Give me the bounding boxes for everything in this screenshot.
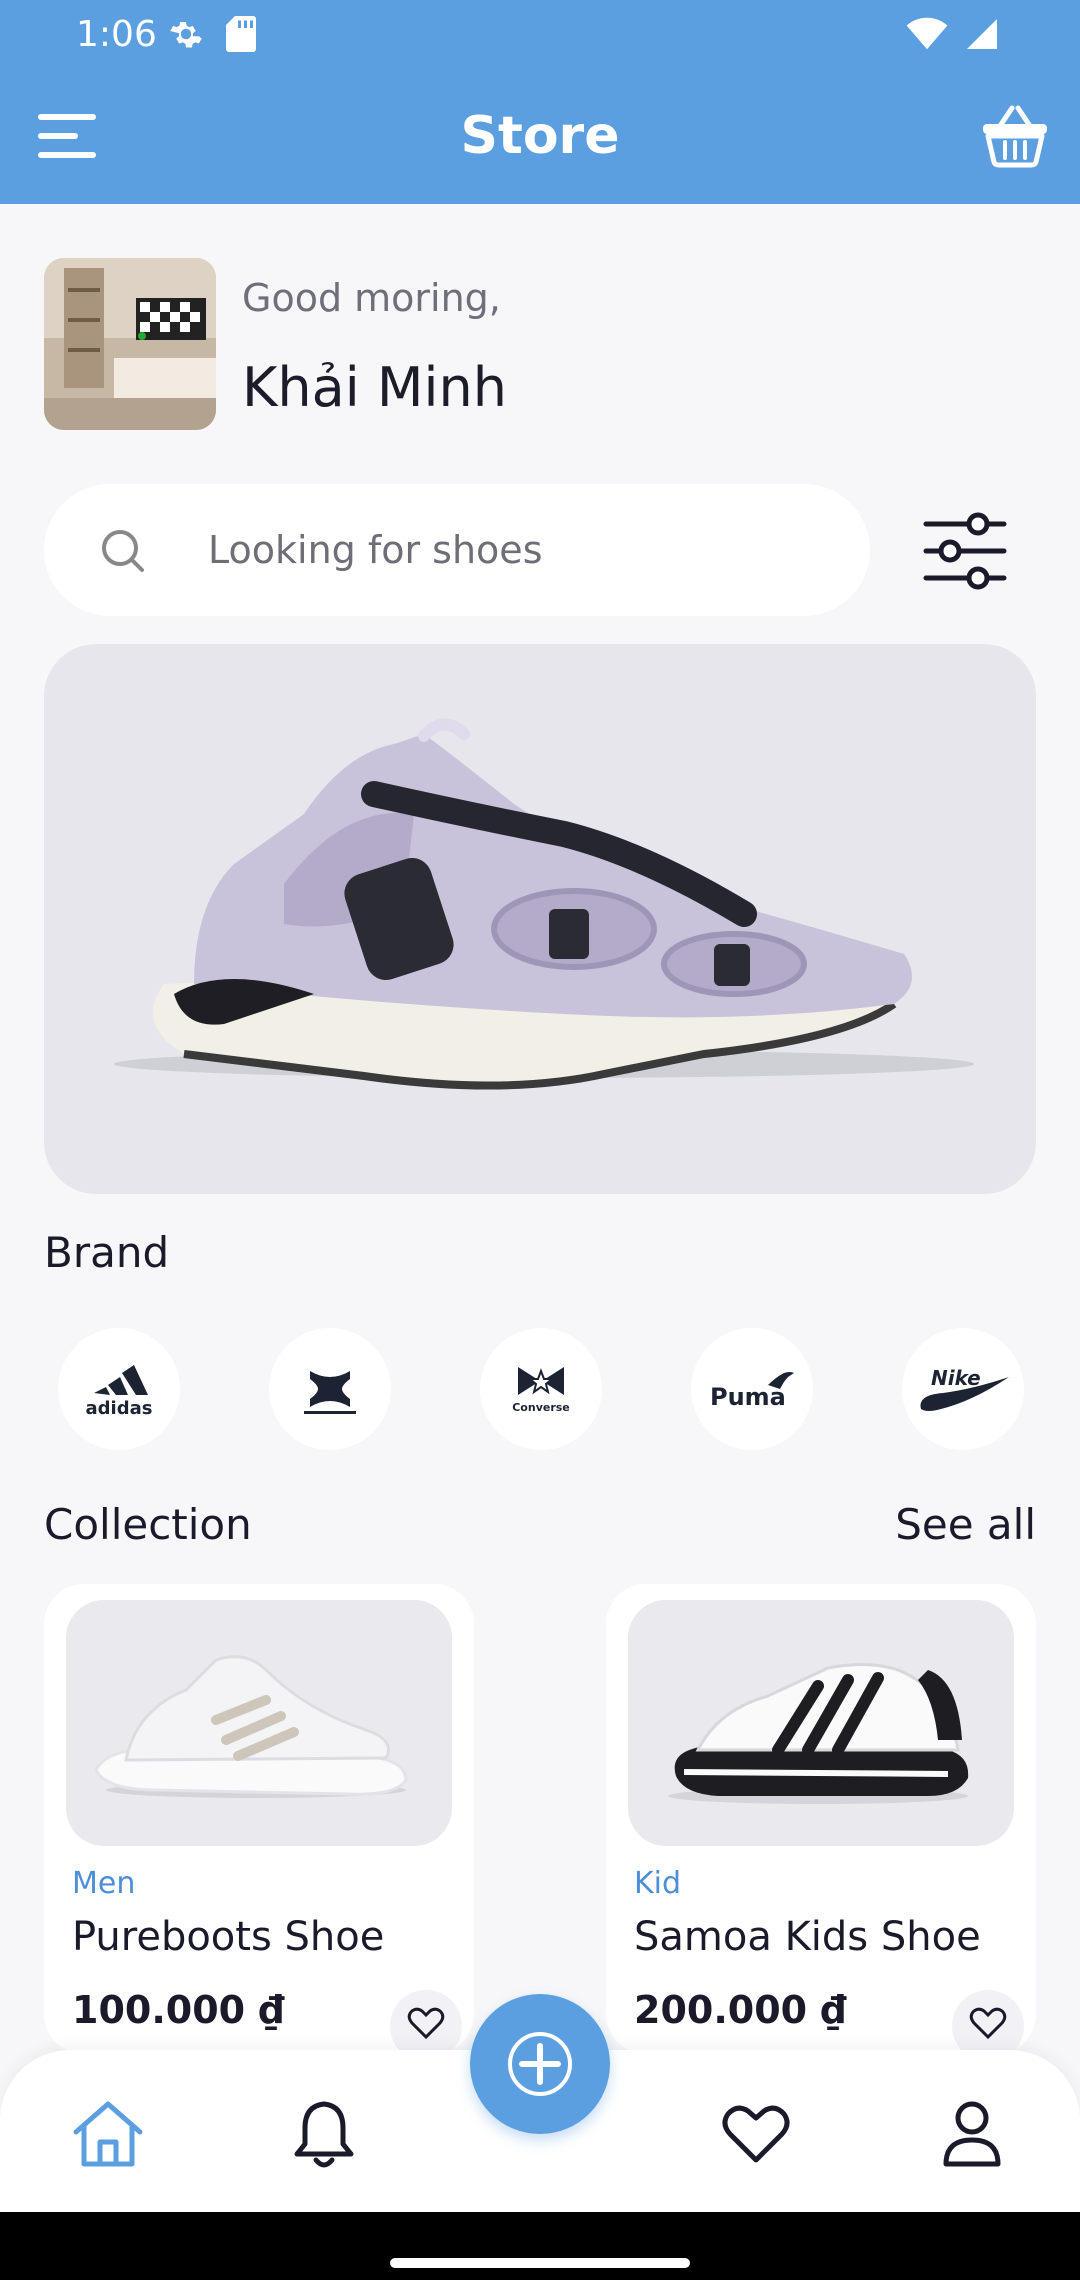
page-title: Store bbox=[460, 106, 620, 166]
bell-icon bbox=[294, 2101, 354, 2168]
brand-label: Nike bbox=[931, 1366, 981, 1390]
product-category: Men bbox=[72, 1866, 136, 1901]
product-name: Pureboots Shoe bbox=[72, 1914, 385, 1960]
filter-button[interactable] bbox=[920, 506, 1010, 596]
user-name: Khải Minh bbox=[242, 356, 507, 419]
brand-converse[interactable]: Converse bbox=[480, 1328, 602, 1450]
heart-icon bbox=[969, 2007, 1007, 2040]
signal-icon bbox=[967, 19, 997, 49]
home-gesture-handle[interactable] bbox=[390, 2258, 690, 2268]
product-card[interactable]: Kid Samoa Kids Shoe 200.000 ₫ bbox=[606, 1584, 1036, 2054]
brand-nike[interactable]: Nike bbox=[902, 1328, 1024, 1450]
brand-under-armour[interactable] bbox=[269, 1328, 391, 1450]
nav-profile[interactable] bbox=[932, 2094, 1012, 2174]
product-price: 100.000 ₫ bbox=[72, 1988, 285, 2032]
search-bar bbox=[44, 484, 870, 616]
collection-section-title: Collection bbox=[44, 1500, 252, 1549]
product-name: Samoa Kids Shoe bbox=[634, 1914, 981, 1960]
product-category: Kid bbox=[634, 1866, 682, 1901]
heart-icon bbox=[722, 2105, 790, 2163]
system-navigation-bar bbox=[0, 2212, 1080, 2280]
brand-label: adidas bbox=[86, 1398, 153, 1419]
cart-button[interactable] bbox=[980, 102, 1050, 168]
adidas-logo-icon: adidas bbox=[86, 1365, 153, 1419]
nav-notifications[interactable] bbox=[284, 2094, 364, 2174]
converse-logo-icon: Converse bbox=[512, 1367, 570, 1414]
filter-icon bbox=[923, 512, 1007, 590]
avatar[interactable] bbox=[44, 258, 216, 430]
status-icons-right bbox=[906, 16, 1000, 52]
avatar-image bbox=[44, 258, 216, 430]
product-image bbox=[66, 1600, 452, 1846]
user-icon bbox=[943, 2101, 1001, 2167]
nav-home[interactable] bbox=[68, 2094, 148, 2174]
featured-shoe-image bbox=[114, 718, 974, 1090]
plus-icon bbox=[508, 2032, 572, 2096]
brand-label: Puma bbox=[710, 1383, 786, 1411]
white-running-shoe-image bbox=[94, 1655, 408, 1798]
app-header: 1:06 Store bbox=[0, 0, 1080, 204]
brand-adidas[interactable]: adidas bbox=[58, 1328, 180, 1450]
heart-icon bbox=[407, 2007, 445, 2040]
under-armour-logo-icon bbox=[304, 1371, 356, 1414]
product-card[interactable]: Men Pureboots Shoe 100.000 ₫ bbox=[44, 1584, 474, 2054]
puma-logo-icon: Puma bbox=[710, 1372, 794, 1411]
settings-icon bbox=[170, 22, 202, 48]
status-time: 1:06 bbox=[76, 14, 157, 55]
search-icon bbox=[102, 530, 144, 572]
wifi-icon bbox=[906, 17, 948, 50]
product-price: 200.000 ₫ bbox=[634, 1988, 847, 2032]
brand-list: adidas Converse Puma Nike bbox=[58, 1328, 1024, 1450]
product-image bbox=[628, 1600, 1014, 1846]
status-icons-left bbox=[168, 16, 256, 52]
home-icon bbox=[73, 2101, 143, 2167]
search-input[interactable] bbox=[208, 516, 828, 584]
see-all-link[interactable]: See all bbox=[895, 1500, 1036, 1549]
favorite-button[interactable] bbox=[952, 1990, 1024, 2054]
favorite-button[interactable] bbox=[390, 1990, 462, 2054]
basket-icon bbox=[983, 105, 1047, 168]
striped-kids-shoe-image bbox=[668, 1662, 969, 1804]
add-button[interactable] bbox=[470, 1994, 610, 2134]
brand-puma[interactable]: Puma bbox=[691, 1328, 813, 1450]
greeting-text: Good moring, bbox=[242, 276, 501, 320]
brand-label: Converse bbox=[512, 1401, 570, 1414]
featured-banner[interactable] bbox=[44, 644, 1036, 1194]
brand-section-title: Brand bbox=[44, 1228, 170, 1277]
nike-logo-icon: Nike bbox=[920, 1366, 1009, 1411]
sd-card-icon bbox=[226, 16, 256, 52]
nav-favorites[interactable] bbox=[716, 2094, 796, 2174]
